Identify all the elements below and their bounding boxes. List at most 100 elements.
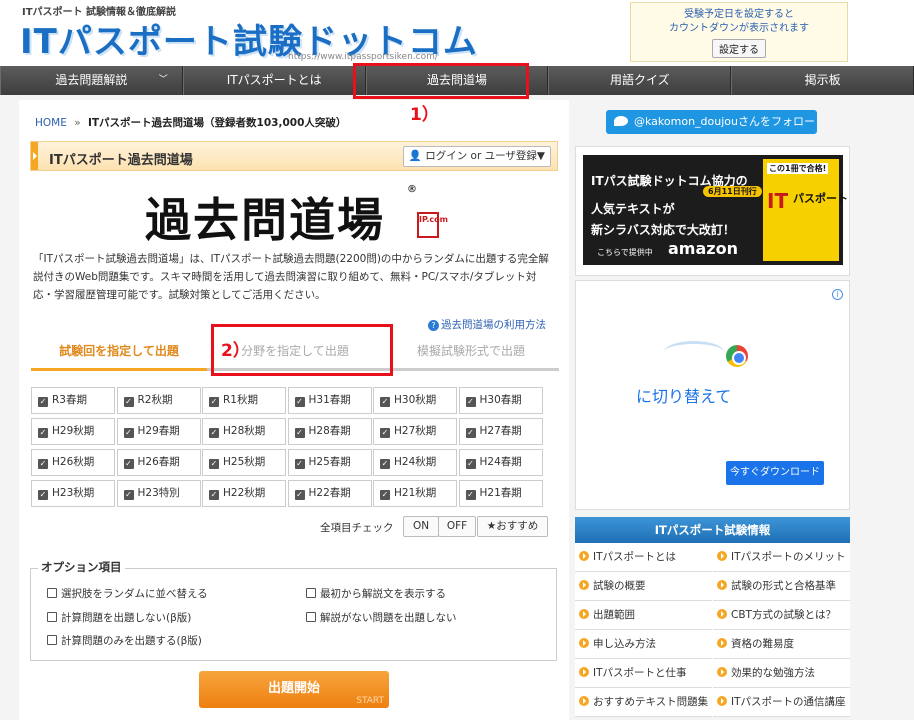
exam-checkbox-item[interactable]: ✓ H22秋期: [202, 480, 286, 507]
login-button[interactable]: 👤 ログイン or ユーザ登録▼: [402, 146, 551, 167]
checkbox[interactable]: [306, 588, 316, 598]
release-date-badge: 6月11日刊行: [703, 186, 762, 197]
checked-checkbox-icon[interactable]: ✓: [465, 397, 476, 407]
info-link[interactable]: 試験の概要: [575, 572, 712, 601]
tab-mock-exam[interactable]: 模擬試験形式で出題: [383, 333, 559, 368]
exam-checkbox-item[interactable]: ✓ H30春期: [458, 387, 543, 414]
option-calc-only[interactable]: 計算問題のみを出題する(β版): [47, 633, 202, 648]
exam-checkbox-item[interactable]: ✓ H27秋期: [373, 418, 457, 445]
exam-checkbox-item[interactable]: ✓ H28春期: [287, 418, 372, 445]
exam-checkbox-item[interactable]: ✓ H27春期: [458, 418, 543, 445]
check-all-off-button[interactable]: OFF: [438, 516, 476, 537]
exam-checkbox-item[interactable]: ✓ H29春期: [116, 418, 201, 445]
checked-checkbox-icon[interactable]: ✓: [123, 397, 134, 407]
checked-checkbox-icon[interactable]: ✓: [380, 490, 390, 500]
info-link[interactable]: 申し込み方法: [575, 630, 712, 659]
info-link[interactable]: 資格の難易度: [713, 630, 850, 659]
exam-checkbox-item[interactable]: ✓ H21春期: [458, 480, 543, 507]
nav-item-about[interactable]: ITパスポートとは: [182, 66, 366, 95]
exam-checkbox-item[interactable]: ✓ H23秋期: [31, 480, 115, 507]
info-icon[interactable]: i: [832, 289, 843, 300]
info-link[interactable]: ITパスポートのメリット: [713, 543, 850, 572]
checked-checkbox-icon[interactable]: ✓: [38, 490, 48, 500]
exam-checkbox-item[interactable]: ✓ R1秋期: [202, 387, 286, 414]
checked-checkbox-icon[interactable]: ✓: [294, 459, 305, 469]
exam-label: H23特別: [137, 487, 180, 499]
checked-checkbox-icon[interactable]: ✓: [123, 459, 134, 469]
intro-text: 「ITパスポート試験過去問道場」は、ITパスポート試験過去問題(2200問)の中…: [33, 253, 549, 301]
exam-checkbox-item[interactable]: ✓ H26秋期: [31, 449, 115, 476]
checked-checkbox-icon[interactable]: ✓: [123, 490, 134, 500]
checked-checkbox-icon[interactable]: ✓: [294, 490, 305, 500]
exam-checkbox-item[interactable]: ✓ H29秋期: [31, 418, 115, 445]
tab-by-exam[interactable]: 試験回を指定して出題: [31, 333, 207, 371]
arrow-bullet-icon: [717, 551, 727, 561]
info-link[interactable]: ITパスポートとは: [575, 543, 712, 572]
start-button[interactable]: 出題開始 START: [199, 671, 389, 708]
info-link[interactable]: 試験の形式と合格基準: [713, 572, 850, 601]
arrow-bullet-icon: [579, 696, 589, 706]
nav-item-quiz[interactable]: 用語クイズ: [548, 66, 732, 95]
checked-checkbox-icon[interactable]: ✓: [209, 459, 219, 469]
check-all-on-button[interactable]: ON: [403, 516, 439, 537]
countdown-set-button[interactable]: 設定する: [712, 39, 766, 58]
usage-link[interactable]: ? 過去問道場の利用方法: [428, 317, 546, 332]
exam-checkbox-item[interactable]: ✓ H25春期: [287, 449, 372, 476]
checked-checkbox-icon[interactable]: ✓: [380, 459, 390, 469]
exam-checkbox-item[interactable]: ✓ H24春期: [458, 449, 543, 476]
nav-item-kakomon-kaisetsu[interactable]: 過去問題解説 ﹀: [0, 66, 183, 95]
checkbox[interactable]: [47, 588, 57, 598]
exam-checkbox-item[interactable]: ✓ H23特別: [116, 480, 201, 507]
ad-download-button[interactable]: 今すぐダウンロード: [726, 461, 824, 485]
exam-checkbox-item[interactable]: ✓ H22春期: [287, 480, 372, 507]
checked-checkbox-icon[interactable]: ✓: [465, 490, 476, 500]
checked-checkbox-icon[interactable]: ✓: [38, 428, 48, 438]
info-link[interactable]: ITパスポートの通信講座: [713, 688, 850, 717]
checked-checkbox-icon[interactable]: ✓: [465, 459, 476, 469]
checkbox[interactable]: [47, 612, 57, 622]
recommended-button[interactable]: ★おすすめ: [477, 516, 548, 537]
exam-label: H25春期: [308, 456, 351, 468]
checked-checkbox-icon[interactable]: ✓: [380, 428, 390, 438]
arrow-bullet-icon: [717, 667, 727, 677]
book-banner[interactable]: ITパス試験ドットコム協力の 6月11日刊行 人気テキストが 新シラバス対応で大…: [575, 146, 850, 276]
option-show-explanation[interactable]: 最初から解説文を表示する: [306, 586, 446, 601]
exam-checkbox-item[interactable]: ✓ H24秋期: [373, 449, 457, 476]
option-no-unexplained[interactable]: 解説がない問題を出題しない: [306, 610, 457, 625]
exam-checkbox-item[interactable]: ✓ H28秋期: [202, 418, 286, 445]
book-banner-image[interactable]: ITパス試験ドットコム協力の 6月11日刊行 人気テキストが 新シラバス対応で大…: [583, 155, 848, 265]
checked-checkbox-icon[interactable]: ✓: [294, 428, 305, 438]
breadcrumb-home-link[interactable]: HOME: [35, 117, 67, 129]
info-link[interactable]: ITパスポートと仕事: [575, 659, 712, 688]
info-link[interactable]: CBT方式の試験とは？: [713, 601, 850, 630]
exam-checkbox-item[interactable]: ✓ H31春期: [287, 387, 372, 414]
option-random-choices[interactable]: 選択肢をランダムに並べ替える: [47, 586, 208, 601]
info-link[interactable]: 効果的な勉強方法: [713, 659, 850, 688]
exam-label: H21春期: [479, 487, 522, 499]
checked-checkbox-icon[interactable]: ✓: [38, 459, 48, 469]
checked-checkbox-icon[interactable]: ✓: [38, 397, 48, 407]
arrow-bullet-icon: [579, 638, 589, 648]
option-no-calc[interactable]: 計算問題を出題しない(β版): [47, 610, 191, 625]
checkbox[interactable]: [306, 612, 316, 622]
checked-checkbox-icon[interactable]: ✓: [294, 397, 305, 407]
checked-checkbox-icon[interactable]: ✓: [209, 490, 219, 500]
info-link[interactable]: 出題範囲: [575, 601, 712, 630]
registered-icon: ®: [407, 184, 417, 195]
exam-checkbox-item[interactable]: ✓ H21秋期: [373, 480, 457, 507]
exam-checkbox-item[interactable]: ✓ R2秋期: [116, 387, 201, 414]
checked-checkbox-icon[interactable]: ✓: [465, 428, 476, 438]
nav-item-board[interactable]: 掲示板: [731, 66, 914, 95]
exam-checkbox-item[interactable]: ✓ H26春期: [116, 449, 201, 476]
exam-checkbox-item[interactable]: ✓ R3春期: [31, 387, 115, 414]
twitter-follow-button[interactable]: @kakomon_doujouさんをフォロー: [606, 110, 817, 134]
checked-checkbox-icon[interactable]: ✓: [380, 397, 390, 407]
checked-checkbox-icon[interactable]: ✓: [209, 397, 219, 407]
checked-checkbox-icon[interactable]: ✓: [209, 428, 219, 438]
exam-checkbox-item[interactable]: ✓ H25秋期: [202, 449, 286, 476]
ad-box[interactable]: i に切り替えて 今すぐダウンロード: [575, 280, 850, 510]
exam-checkbox-item[interactable]: ✓ H30秋期: [373, 387, 457, 414]
checkbox[interactable]: [47, 635, 57, 645]
checked-checkbox-icon[interactable]: ✓: [123, 428, 134, 438]
info-link[interactable]: おすすめテキスト問題集: [575, 688, 712, 717]
